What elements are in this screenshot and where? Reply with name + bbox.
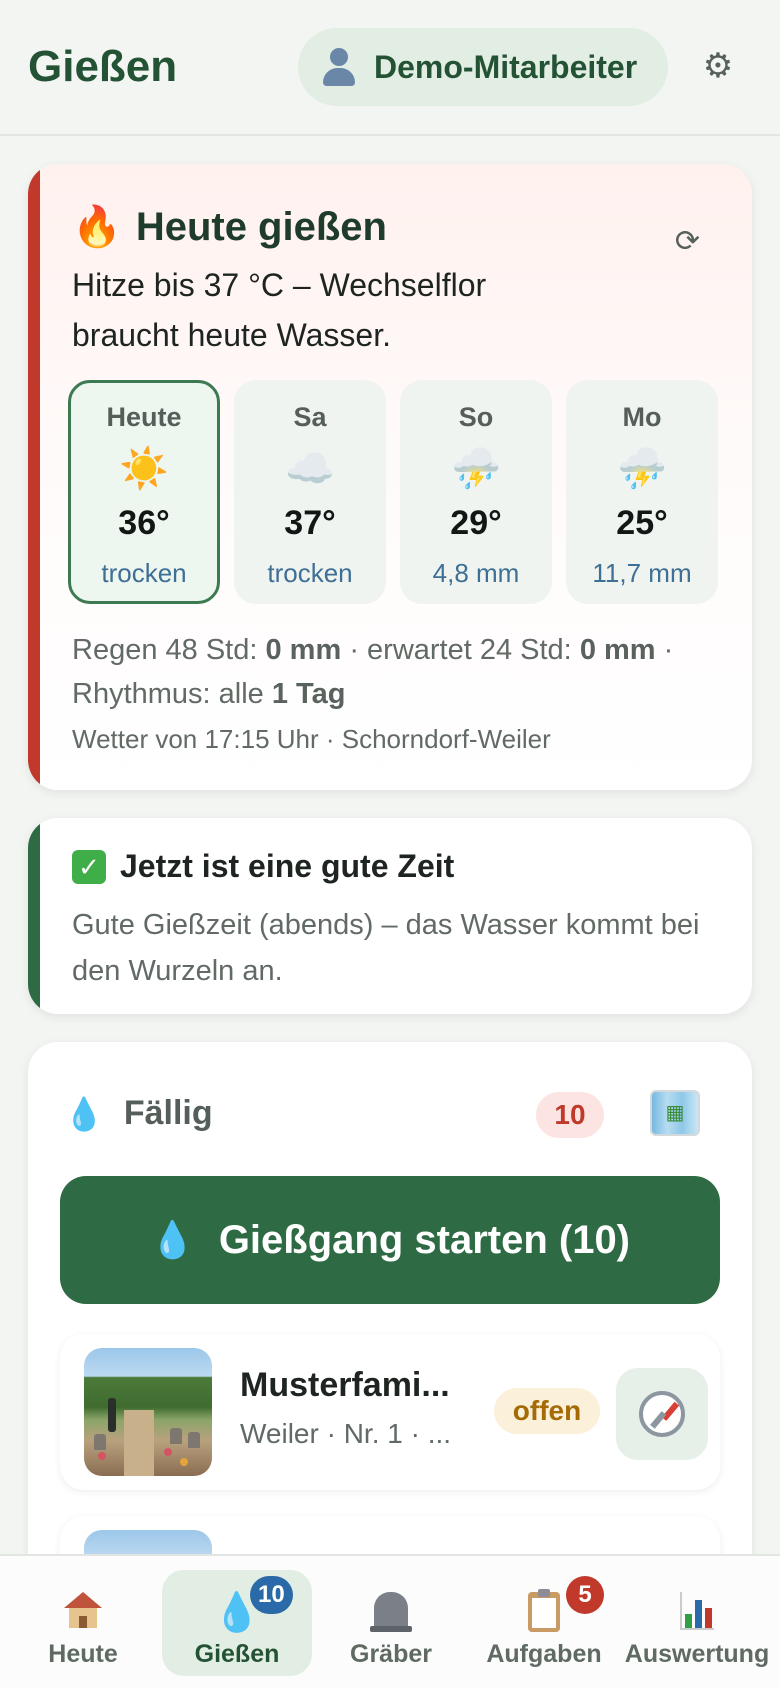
nav-label: Gießen bbox=[194, 1640, 280, 1668]
droplet-icon: 💧 bbox=[149, 1219, 195, 1260]
forecast-rain: 4,8 mm bbox=[432, 558, 520, 588]
nav-badge: 10 bbox=[250, 1576, 293, 1614]
watering-alert-card: 🔥 Heute gießen ⟳ Hitze bis 37 °C – Wechs… bbox=[28, 164, 752, 790]
alert-description: Hitze bis 37 °C – Wechselflor braucht he… bbox=[72, 267, 487, 353]
alert-title-row: 🔥 Heute gießen bbox=[72, 204, 387, 250]
forecast-temp: 25° bbox=[616, 504, 668, 542]
chart-icon bbox=[624, 1592, 770, 1637]
droplet-icon: 💧 bbox=[64, 1095, 104, 1132]
app-header: Gießen Demo-Mitarbeiter ⚙ bbox=[0, 0, 780, 136]
gear-icon[interactable]: ⚙ bbox=[700, 48, 736, 84]
alert-title: Heute gießen bbox=[135, 204, 387, 249]
nav-label: Heute bbox=[48, 1640, 118, 1668]
grave-location: Weiler · Nr. 1 · ... bbox=[240, 1418, 452, 1449]
status-badge: offen bbox=[494, 1388, 600, 1434]
app-screen: Gießen Demo-Mitarbeiter ⚙ 🔥 Heute gießen… bbox=[0, 0, 780, 1688]
bottom-navigation: Heute 💧 Gießen 10 Gräber Aufgaben 5 Ausw… bbox=[0, 1554, 780, 1688]
nav-item-auswertung[interactable]: Auswertung bbox=[624, 1570, 770, 1676]
forecast-rain: 11,7 mm bbox=[592, 558, 692, 588]
weather-meta: Wetter von 17:15 Uhr · Schorndorf-Weiler bbox=[72, 724, 551, 754]
page-title: Gießen bbox=[28, 42, 178, 91]
forecast-rain: trocken bbox=[267, 558, 353, 588]
nav-item-aufgaben[interactable]: Aufgaben 5 bbox=[474, 1570, 614, 1676]
alert-edge bbox=[28, 164, 40, 790]
grave-list-item[interactable]: Musterfami... Weiler · Nr. 1 · ... offen bbox=[60, 1334, 720, 1490]
house-icon bbox=[14, 1592, 152, 1637]
forecast-rain: trocken bbox=[101, 558, 187, 588]
forecast-days: Heute ☀️ 36° trocken Sa ☁️ 37° trocken S… bbox=[68, 380, 718, 604]
start-button-label: Gießgang starten (10) bbox=[218, 1217, 631, 1262]
forecast-day-today[interactable]: Heute ☀️ 36° trocken bbox=[68, 380, 220, 604]
nav-label: Auswertung bbox=[624, 1640, 770, 1668]
navigate-button[interactable] bbox=[616, 1368, 708, 1460]
map-icon[interactable]: ▦ bbox=[650, 1090, 700, 1136]
forecast-temp: 36° bbox=[118, 504, 170, 542]
due-count-badge: 10 bbox=[536, 1092, 604, 1138]
nav-badge: 5 bbox=[566, 1576, 604, 1614]
rain-48-value: 0 mm bbox=[265, 634, 342, 666]
nav-item-giessen[interactable]: 💧 Gießen 10 bbox=[162, 1570, 312, 1676]
nav-label: Gräber bbox=[350, 1640, 432, 1668]
forecast-day-label: Sa bbox=[293, 402, 327, 432]
grave-name: Musterfami... bbox=[240, 1366, 450, 1404]
nav-label: Aufgaben bbox=[486, 1640, 602, 1668]
good-description: Gute Gießzeit (abends) – das Wasser komm… bbox=[72, 909, 700, 987]
forecast-day-sa[interactable]: Sa ☁️ 37° trocken bbox=[234, 380, 386, 604]
user-icon bbox=[322, 48, 356, 86]
forecast-day-mo[interactable]: Mo ⛈️ 25° 11,7 mm bbox=[566, 380, 718, 604]
headstone-icon bbox=[322, 1592, 460, 1639]
forecast-day-label: Mo bbox=[622, 402, 662, 432]
rain-summary: Regen 48 Std: 0 mm · erwartet 24 Std: 0 … bbox=[72, 628, 732, 716]
check-icon: ✓ bbox=[72, 849, 106, 884]
forecast-day-so[interactable]: So ⛈️ 29° 4,8 mm bbox=[400, 380, 552, 604]
forecast-day-label: So bbox=[458, 402, 494, 432]
nav-item-graeber[interactable]: Gräber bbox=[322, 1570, 460, 1676]
forecast-day-label: Heute bbox=[106, 402, 182, 432]
good-edge bbox=[28, 818, 40, 1014]
fire-icon: 🔥 bbox=[72, 205, 122, 249]
rain-24-label: · erwartet 24 Std: bbox=[349, 634, 572, 666]
forecast-temp: 37° bbox=[284, 504, 336, 542]
forecast-temp: 29° bbox=[450, 504, 502, 542]
user-name: Demo-Mitarbeiter bbox=[374, 48, 638, 85]
good-time-card: ✓ Jetzt ist eine gute Zeit Gute Gießzeit… bbox=[28, 818, 752, 1014]
due-title: Fällig bbox=[123, 1094, 213, 1132]
nav-item-heute[interactable]: Heute bbox=[14, 1570, 152, 1676]
compass-icon bbox=[639, 1391, 685, 1437]
start-watering-round-button[interactable]: 💧 Gießgang starten (10) bbox=[60, 1176, 720, 1304]
user-switcher-button[interactable]: Demo-Mitarbeiter bbox=[298, 28, 668, 106]
rhythm-value: 1 Tag bbox=[271, 678, 346, 710]
thunderstorm-icon: ⛈️ bbox=[617, 447, 667, 491]
rain-24-value: 0 mm bbox=[579, 634, 656, 666]
good-title: Jetzt ist eine gute Zeit bbox=[120, 848, 455, 884]
thunderstorm-icon: ⛈️ bbox=[451, 447, 501, 491]
cloud-icon: ☁️ bbox=[285, 447, 335, 491]
rain-48-label: Regen 48 Std: bbox=[72, 634, 258, 666]
refresh-icon[interactable]: ⟳ bbox=[675, 224, 700, 259]
good-title-row: ✓ Jetzt ist eine gute Zeit bbox=[72, 848, 454, 885]
due-header: 💧 Fällig bbox=[64, 1094, 213, 1133]
sun-icon: ☀️ bbox=[119, 447, 169, 491]
grave-photo bbox=[84, 1348, 212, 1476]
